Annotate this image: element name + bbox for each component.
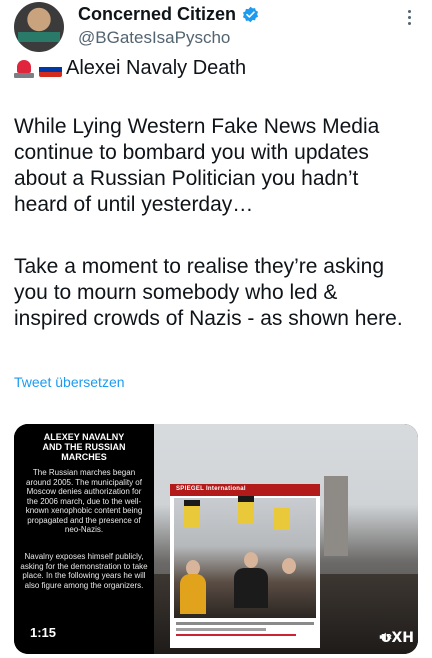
more-options-icon[interactable] [406, 10, 412, 25]
tweet-paragraph-1: While Lying Western Fake News Media cont… [14, 115, 380, 216]
author-handle[interactable]: @BGatesIsaPyscho [78, 28, 230, 48]
tweet-headline: Alexei Navaly Death [12, 57, 246, 80]
article-photo [174, 496, 316, 618]
news-article-screenshot: SPIEGEL International [170, 484, 320, 648]
author-name-row[interactable]: Concerned Citizen [78, 4, 259, 25]
translate-tweet-link[interactable]: Tweet übersetzen [14, 374, 125, 390]
author-name[interactable]: Concerned Citizen [78, 4, 236, 25]
video-panel-title: ALEXEY NAVALNY AND THE RUSSIAN MARCHES [42, 432, 126, 462]
article-brand: SPIEGEL International [176, 486, 246, 492]
video-text-panel: ALEXEY NAVALNY AND THE RUSSIAN MARCHES T… [14, 424, 154, 654]
verified-badge-icon [242, 6, 259, 23]
video-panel-text-2: Navalny exposes himself publicly, asking… [20, 552, 148, 590]
video-scene: SPIEGEL International ʊXH [154, 424, 418, 654]
headline-text: Alexei Navaly Death [66, 57, 247, 79]
avatar[interactable] [14, 2, 64, 52]
channel-watermark: ʊXH [380, 630, 414, 646]
video-player[interactable]: ALEXEY NAVALNY AND THE RUSSIAN MARCHES T… [14, 424, 418, 654]
russia-flag-icon [38, 58, 62, 80]
tweet-paragraph-2: Take a moment to realise they’re asking … [14, 255, 403, 330]
video-panel-text-1: The Russian marches began around 2005. T… [25, 468, 143, 534]
video-duration: 1:15 [30, 625, 57, 640]
siren-emoji-icon [12, 58, 36, 80]
